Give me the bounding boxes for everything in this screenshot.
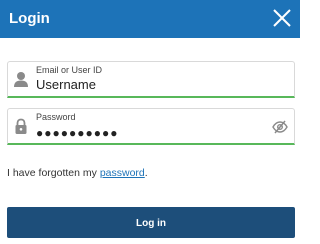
- password-field[interactable]: Password ●●●●●●●●●●: [7, 108, 295, 145]
- login-button[interactable]: Log in: [7, 207, 295, 238]
- close-icon[interactable]: [268, 4, 296, 32]
- dialog-header: Login: [0, 0, 300, 38]
- dialog-title: Login: [9, 10, 50, 27]
- username-label: Email or User ID: [36, 65, 103, 75]
- lock-icon: [13, 118, 29, 135]
- user-icon: [13, 71, 29, 88]
- username-input[interactable]: Username: [36, 77, 96, 93]
- forgot-suffix: .: [144, 167, 148, 179]
- password-input[interactable]: ●●●●●●●●●●: [36, 125, 118, 141]
- forgot-password-text: I have forgotten my password.: [7, 167, 148, 180]
- username-field[interactable]: Email or User ID Username: [7, 61, 295, 98]
- forgot-prefix: I have forgotten my: [7, 167, 100, 179]
- forgot-password-link[interactable]: password: [100, 167, 145, 179]
- login-dialog: Login Email or User ID Username Password…: [0, 0, 300, 244]
- visibility-off-icon[interactable]: [272, 120, 288, 134]
- password-label: Password: [36, 112, 76, 122]
